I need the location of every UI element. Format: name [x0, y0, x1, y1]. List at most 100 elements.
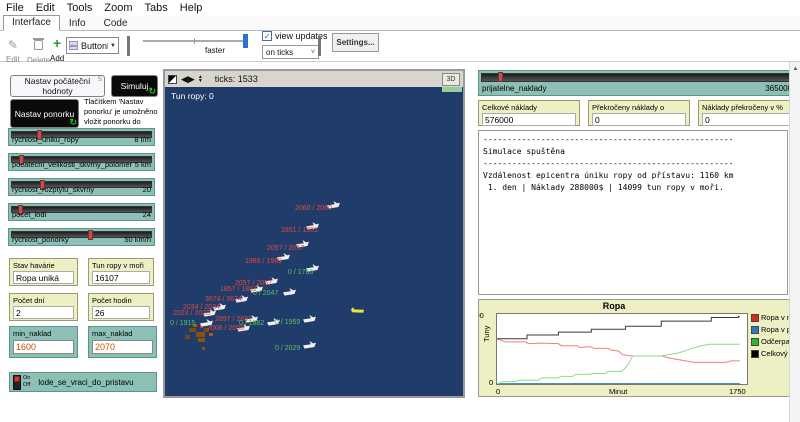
input-min_naklad[interactable]: min_naklad 1600	[9, 326, 78, 358]
menu-tools[interactable]: Tools	[61, 1, 99, 15]
horizontal-arrows-icon[interactable]: ◀▶	[181, 75, 195, 84]
3d-button[interactable]: 3D	[442, 73, 460, 86]
button-nastav-ponorku[interactable]: Nastav ponorku↻	[10, 99, 79, 128]
button-widget-icon: abc	[69, 41, 78, 50]
slider-value: 365000	[765, 84, 789, 93]
tab-interface[interactable]: Interface	[3, 15, 60, 31]
menu-zoom[interactable]: Zoom	[98, 1, 138, 15]
vertical-arrows-icon[interactable]: ▲▼	[198, 75, 203, 83]
resize-corner-icon[interactable]	[168, 75, 177, 84]
plot-line-celkov-o	[497, 316, 740, 338]
tab-info[interactable]: Info	[60, 16, 95, 31]
slider-value: 24	[143, 210, 151, 219]
tab-code[interactable]: Code	[95, 16, 137, 31]
legend-label: Odčerpan	[761, 337, 789, 346]
speed-slider-track[interactable]	[143, 40, 247, 42]
input-max_naklad[interactable]: max_naklad 2070	[88, 326, 157, 358]
menu-file[interactable]: File	[0, 1, 30, 15]
y-axis-label: Tuny	[482, 326, 491, 342]
toolbar-separator	[127, 36, 130, 56]
plus-icon: +	[53, 35, 61, 51]
plot-area	[496, 313, 748, 385]
monitor-tun-ropy-v-mo-i: Tun ropy v moři16107	[88, 258, 154, 286]
legend-item: Odčerpan	[751, 337, 789, 346]
world-view-header: ◀▶ ▲▼ ticks: 1533 3D	[165, 71, 463, 87]
slider-handle[interactable]	[498, 72, 503, 82]
legend-swatch	[751, 314, 759, 322]
slider-label: rychlost_uniku_ropy	[12, 135, 79, 144]
input-label: min_naklad	[13, 329, 74, 338]
slider-label: pocet_lodi	[12, 210, 46, 219]
trash-icon	[34, 40, 43, 50]
slider-label: rychlost_rozptylu_skvrny	[12, 185, 94, 194]
monitor-label: Stav havárie	[13, 261, 74, 270]
input-widgets: min_naklad 1600 max_naklad 2070	[9, 326, 155, 358]
switch-lode-se-vraci-do-pristavu[interactable]: On Off lode_se_vraci_do_pristavu	[9, 372, 157, 392]
slider-rychlost_rozptylu_skvrny[interactable]: rychlost_rozptylu_skvrny20	[8, 178, 155, 196]
menu-bar: FileEditToolsZoomTabsHelp	[0, 0, 800, 16]
ship-load-label: 0 / 1959	[275, 319, 300, 326]
monitor-po-et-hodin: Počet hodin26	[88, 293, 154, 321]
slider-value: 5 km	[135, 160, 151, 169]
legend-item: Ropa v př	[751, 325, 789, 334]
add-button[interactable]: + Add	[50, 35, 64, 63]
slider-rychlost_ponorky[interactable]: rychlost_ponorky50 km/h	[8, 228, 155, 246]
delete-button[interactable]: Delete	[27, 37, 50, 65]
port-patches	[442, 87, 462, 92]
toolbar-separator	[318, 36, 321, 56]
world-area[interactable]: Tun ropy: 0 2060 / 20601851 / 18512057 /…	[165, 87, 463, 396]
button-simuluj[interactable]: Simuluj↻	[111, 75, 158, 97]
monitor-label: Počet dní	[13, 296, 74, 305]
edit-button[interactable]: ✎ Edit	[6, 36, 20, 64]
switch-lever[interactable]	[13, 375, 21, 390]
slider-value: 50 km/h	[124, 235, 151, 244]
update-mode-dropdown[interactable]: on ticks ˅	[262, 45, 319, 59]
slider-prijatelne-naklady[interactable]: prijatelne_naklady 365000	[478, 70, 789, 96]
slider-pocatecni_velikosti_skvrny_polomer[interactable]: pocatecni_velikosti_skvrny_polomer5 km	[8, 153, 155, 171]
button-nastav-po-te-n-hodnoty[interactable]: Nastav počáteční hodnotyS	[10, 75, 105, 97]
faster-label: faster	[205, 46, 225, 55]
widget-type-dropdown[interactable]: abc Button ▼	[66, 37, 119, 54]
monitor-value: 2	[13, 306, 74, 319]
slider-groove[interactable]	[481, 73, 789, 82]
world-overlay-label: Tun ropy: 0	[171, 91, 214, 101]
monitor-n-klady-p-ekro-eny-v-: Náklady překročeny v %0	[698, 100, 789, 126]
plot-lines	[497, 314, 747, 384]
monitor-value: 0	[702, 113, 789, 126]
vertical-scrollbar[interactable]: ▲	[789, 62, 800, 422]
monitor-value: 576000	[482, 113, 576, 126]
submarine-agent	[351, 307, 364, 313]
input-label: max_naklad	[92, 329, 153, 338]
menu-edit[interactable]: Edit	[30, 1, 61, 15]
monitor-value: Ropa uniká	[13, 271, 74, 284]
x-axis-min-tick: 0	[496, 387, 500, 396]
chevron-down-icon: ˅	[311, 49, 315, 56]
switch-label: lode_se_vraci_do_pristavu	[38, 378, 133, 387]
slider-label: prijatelne_naklady	[482, 84, 547, 93]
switch-knob[interactable]	[14, 376, 20, 382]
slider-pocet_lodi[interactable]: pocet_lodi 24	[8, 203, 155, 221]
plot-line-ropa-v-m	[497, 339, 740, 363]
legend-swatch	[751, 350, 759, 358]
speed-slider-handle[interactable]	[243, 34, 248, 48]
slider-rychlost_uniku_ropy[interactable]: rychlost_uniku_ropy8 t/m	[8, 128, 155, 146]
ticks-counter: ticks: 1533	[215, 74, 258, 84]
monitor-label: Náklady překročeny v %	[702, 103, 789, 112]
oil-spill-patch	[202, 347, 205, 350]
monitor-celkov-n-klady: Celkové náklady576000	[478, 100, 580, 126]
oil-spill-patch	[185, 335, 190, 339]
scroll-up-icon[interactable]: ▲	[790, 62, 800, 76]
settings-button[interactable]: Settings...	[332, 33, 379, 52]
ship-agent	[303, 341, 316, 349]
oil-spill-patch	[196, 332, 205, 337]
menu-help[interactable]: Help	[174, 1, 209, 15]
input-value[interactable]: 2070	[92, 340, 153, 354]
forever-icon: ↻	[148, 86, 156, 97]
monitor-value: 16107	[92, 271, 150, 284]
output-widget: ----------------------------------------…	[478, 130, 788, 295]
ship-load-label: 1857 / 1857	[220, 286, 257, 293]
monitor-label: Počet hodin	[92, 296, 150, 305]
input-value[interactable]: 1600	[13, 340, 74, 354]
legend-label: Celkový o	[761, 349, 789, 358]
menu-tabs[interactable]: Tabs	[139, 1, 174, 15]
